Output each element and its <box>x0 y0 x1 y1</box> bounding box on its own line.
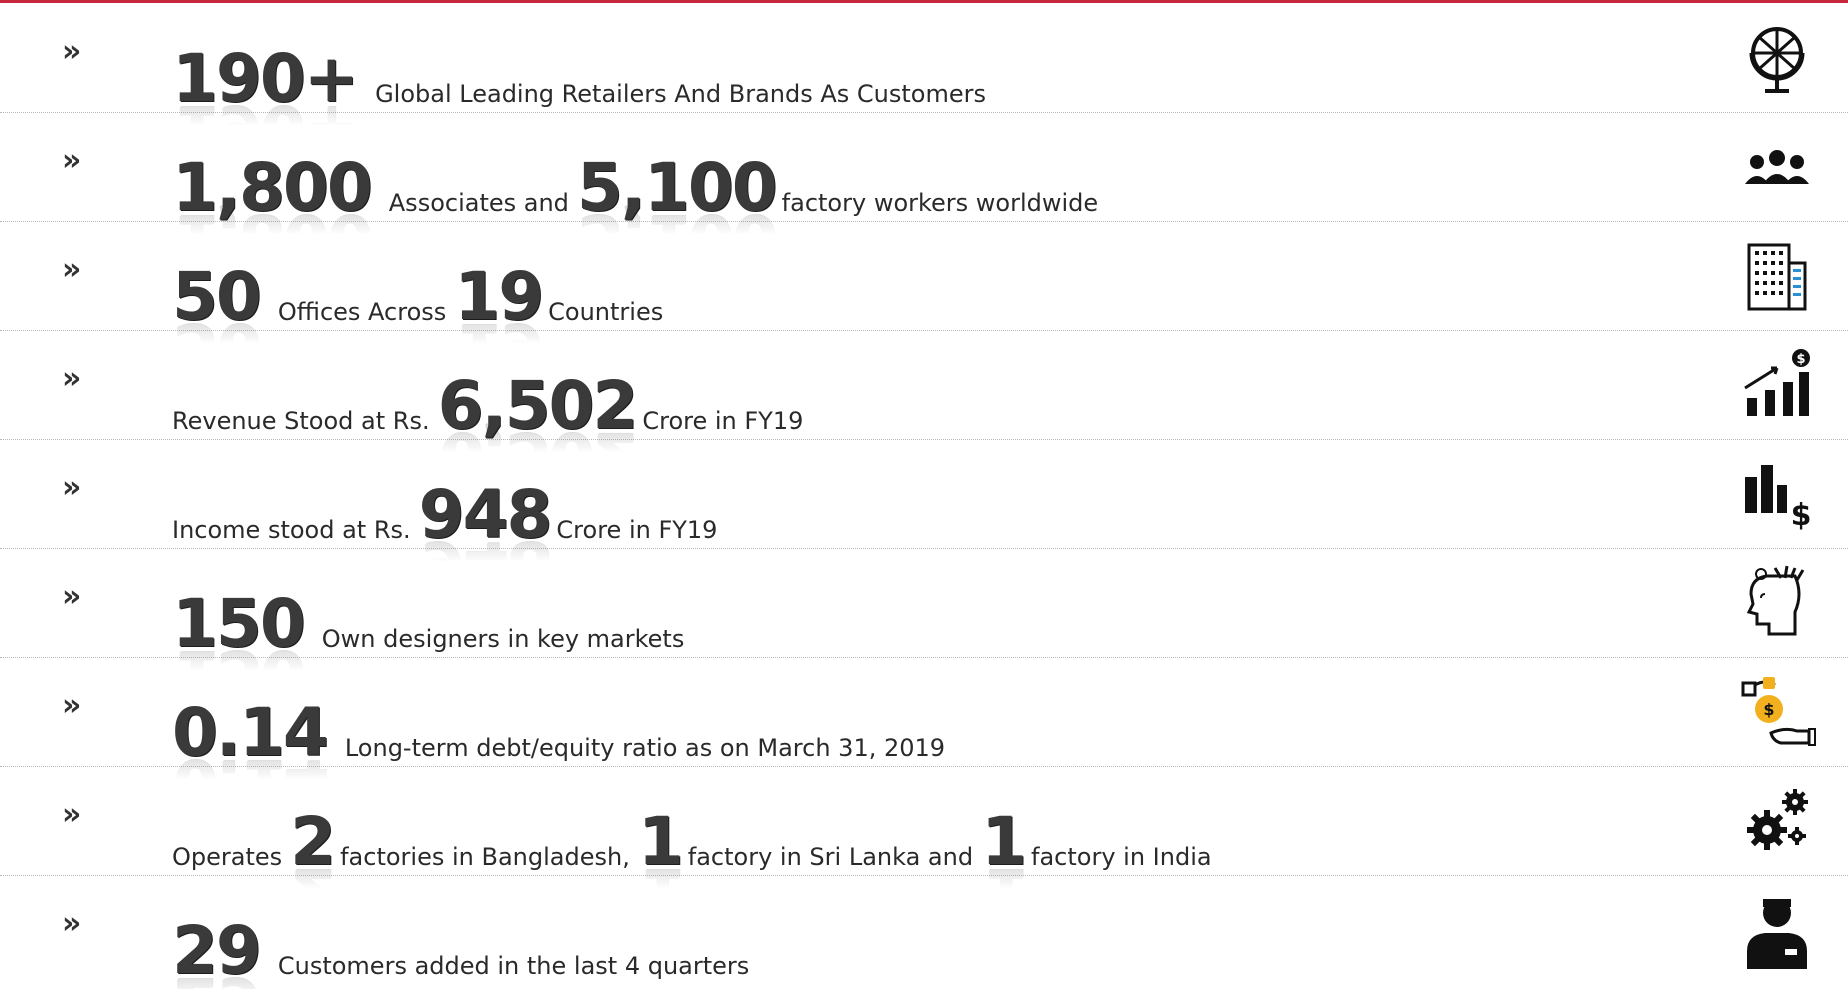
bullet-icon: » <box>62 252 81 287</box>
stat-content: Income stood at Rs. 948 Crore in FY19 <box>172 458 729 548</box>
stat-text: factory in India <box>1031 843 1212 871</box>
globe-icon <box>1734 16 1820 102</box>
stat-row-associates: » 1,800 Associates and 5,100 factory wor… <box>0 113 1848 222</box>
stat-text: Crore in FY19 <box>642 407 804 435</box>
stat-text: Income stood at Rs. <box>172 516 411 544</box>
stat-content: Operates 2 factories in Bangladesh, 1 fa… <box>172 785 1224 875</box>
stat-row-factories: » Operates 2 factories in Bangladesh, 1 … <box>0 767 1848 876</box>
stat-number: 1 <box>981 803 1027 880</box>
stat-number: 6,502 <box>437 367 639 444</box>
bullet-icon: » <box>62 470 81 505</box>
stat-text: Long-term debt/equity ratio as on March … <box>344 734 946 762</box>
stat-text: Global Leading Retailers And Brands As C… <box>375 80 986 108</box>
stat-row-new-customers: » 29 Customers added in the last 4 quart… <box>0 876 1848 984</box>
stat-row-designers: » 150 Own designers in key markets <box>0 549 1848 658</box>
stat-content: 1,800 Associates and 5,100 factory worke… <box>172 131 1110 221</box>
bullet-icon: » <box>62 797 81 832</box>
bullet-icon: » <box>62 143 81 178</box>
bullet-icon: » <box>62 579 81 614</box>
stat-text: Countries <box>548 298 664 326</box>
stat-number: 150 <box>172 585 306 662</box>
stat-content: 150 Own designers in key markets <box>172 567 696 657</box>
stat-number: 29 <box>172 912 262 989</box>
svg-text:$: $ <box>1791 498 1812 533</box>
stat-row-income: » Income stood at Rs. 948 Crore in FY19 … <box>0 440 1848 549</box>
stat-text: factories in Bangladesh, <box>340 843 630 871</box>
stat-number: 5,100 <box>576 149 778 226</box>
stat-row-offices: » 50 Offices Across 19 Countries <box>0 222 1848 331</box>
stat-content: 50 Offices Across 19 Countries <box>172 240 675 330</box>
svg-text:$: $ <box>1796 352 1805 367</box>
designer-head-icon <box>1734 561 1820 647</box>
stat-number: 19 <box>454 258 544 335</box>
stat-row-customers: » 190+ Global Leading Retailers And Bran… <box>0 4 1848 113</box>
stat-content: Revenue Stood at Rs. 6,502 Crore in FY19 <box>172 349 815 439</box>
stat-number: 1 <box>637 803 684 880</box>
stat-number: 2 <box>290 803 336 880</box>
stat-text: Customers added in the last 4 quarters <box>277 952 750 980</box>
top-accent-rule <box>0 0 1848 3</box>
bullet-icon: » <box>62 361 81 396</box>
revenue-growth-icon: $ <box>1734 343 1820 429</box>
debt-equity-hand-icon: $ <box>1734 670 1820 756</box>
stat-content: 190+ Global Leading Retailers And Brands… <box>172 22 998 112</box>
stat-row-debt-equity: » 0.14 Long-term debt/equity ratio as on… <box>0 658 1848 767</box>
customer-person-icon <box>1734 888 1820 974</box>
people-group-icon <box>1734 125 1820 211</box>
stat-number: 50 <box>172 258 262 335</box>
office-building-icon <box>1734 234 1820 320</box>
bullet-icon: » <box>62 688 81 723</box>
income-chart-dollar-icon: $ <box>1734 452 1820 538</box>
stat-text: Associates and <box>388 189 569 217</box>
stat-text: factory workers worldwide <box>781 189 1099 217</box>
stat-number: 1,800 <box>172 149 373 226</box>
stat-number: 0.14 <box>172 694 329 771</box>
stat-text: Revenue Stood at Rs. <box>172 407 430 435</box>
gears-icon <box>1734 779 1820 865</box>
stat-number: 948 <box>418 476 553 553</box>
svg-text:$: $ <box>1763 700 1774 719</box>
stat-content: 0.14 Long-term debt/equity ratio as on M… <box>172 676 957 766</box>
bullet-icon: » <box>62 906 81 941</box>
stat-text: factory in Sri Lanka and <box>687 843 974 871</box>
stat-content: 29 Customers added in the last 4 quarter… <box>172 894 761 984</box>
stats-list: » 190+ Global Leading Retailers And Bran… <box>0 4 1848 984</box>
stat-row-revenue: » Revenue Stood at Rs. 6,502 Crore in FY… <box>0 331 1848 440</box>
stat-text: Own designers in key markets <box>321 625 685 653</box>
stat-text: Operates <box>172 843 283 871</box>
stat-text: Offices Across <box>277 298 447 326</box>
stat-text: Crore in FY19 <box>556 516 718 544</box>
bullet-icon: » <box>62 34 81 69</box>
stat-number: 190+ <box>172 40 359 117</box>
